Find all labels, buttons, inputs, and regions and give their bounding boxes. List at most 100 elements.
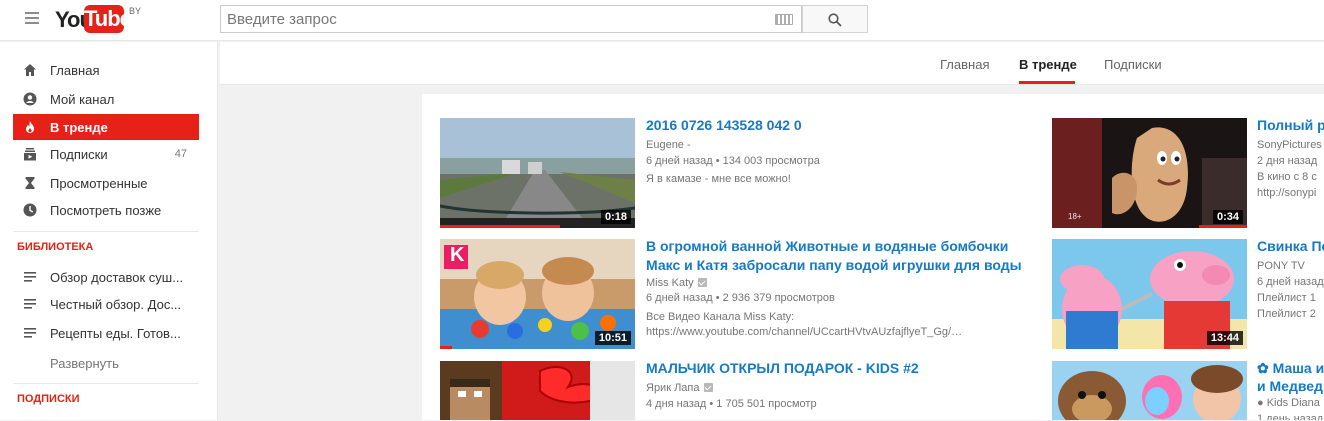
- channel-name-link[interactable]: Ярик Лапа: [646, 382, 700, 394]
- gift-thumbnail-image: [440, 361, 635, 420]
- video-thumbnail[interactable]: K 10:51: [440, 239, 635, 349]
- logo-tube-text: Tube: [84, 5, 132, 33]
- channel-row: Miss Katy: [646, 276, 707, 291]
- video-meta: 6 дней назад • 134 003 просмотра: [646, 155, 820, 167]
- video-age: 6 дней назад: [646, 155, 713, 167]
- search-input[interactable]: [221, 6, 761, 32]
- subscriptions-section-title[interactable]: ПОДПИСКИ: [17, 393, 80, 405]
- verified-icon: [697, 278, 707, 287]
- video-title-link[interactable]: Свинка Пе: [1257, 239, 1324, 255]
- tab-trending[interactable]: В тренде: [1019, 57, 1077, 72]
- video-title-link[interactable]: В огромной ванной Животные и водяные бом…: [646, 237, 1008, 255]
- library-section-title[interactable]: БИБЛИОТЕКА: [17, 241, 93, 253]
- tab-home[interactable]: Главная: [940, 57, 989, 72]
- video-thumbnail[interactable]: 0:18: [440, 118, 635, 228]
- channel-name-link[interactable]: Eugene -: [646, 138, 691, 153]
- video-card: 18+ 0:34 Полный ра SonyPictures 2 дня на…: [1052, 118, 1324, 228]
- video-description: http://sonypi: [1257, 187, 1317, 199]
- verified-icon: [703, 383, 713, 392]
- video-views: 134 003 просмотра: [722, 155, 820, 167]
- video-title-link[interactable]: ✿ Маша и: [1257, 361, 1324, 377]
- channel-watermark-letter: K: [450, 244, 465, 266]
- bullet-glyph: ●: [1257, 397, 1267, 409]
- video-card: ✿ Маша и и Медвед ● Kids Diana 1 день на…: [1052, 361, 1324, 420]
- masha-bear-thumbnail-image: [1052, 361, 1247, 420]
- age-rating-badge: 18+: [1068, 212, 1082, 221]
- search-button[interactable]: [802, 5, 868, 33]
- sidebar-item-playlist[interactable]: Обзор доставок суш...: [13, 264, 199, 290]
- channel-row: Ярик Лапа: [646, 381, 713, 396]
- tab-subscriptions[interactable]: Подписки: [1104, 57, 1162, 72]
- search-icon: [828, 13, 842, 27]
- video-duration: 0:34: [1212, 210, 1243, 224]
- account-icon: [23, 92, 37, 106]
- video-thumbnail[interactable]: 13:44: [1052, 239, 1247, 349]
- channel-name-link[interactable]: Kids Diana: [1267, 397, 1320, 409]
- video-title-link[interactable]: Полный ра: [1257, 118, 1324, 134]
- video-title-link[interactable]: и Медвед: [1257, 377, 1323, 395]
- video-meta: 6 дней назад: [1257, 276, 1324, 288]
- video-thumbnail[interactable]: 18+ 0:34: [1052, 118, 1247, 228]
- sidebar-item-label: В тренде: [50, 120, 108, 135]
- playlist-icon: [24, 272, 36, 282]
- sidebar-item-label: Посмотреть позже: [50, 203, 162, 218]
- video-description: Я в камазе - мне все можно!: [646, 173, 791, 185]
- subscriptions-icon: [24, 148, 36, 161]
- video-age: 6 дней назад: [646, 292, 713, 304]
- video-card: 13:44 Свинка Пе PONY TV 6 дней назад Пле…: [1052, 239, 1324, 349]
- channel-name-link[interactable]: PONY TV: [1257, 259, 1305, 274]
- video-thumbnail[interactable]: [440, 361, 635, 420]
- sidebar-item-label: Рецепты еды. Готов...: [50, 326, 181, 341]
- video-meta: 6 дней назад • 2 936 379 просмотров: [646, 292, 835, 304]
- playlist-icon: [24, 328, 36, 338]
- video-duration: 10:51: [594, 331, 631, 345]
- guide-menu-icon[interactable]: [25, 12, 39, 24]
- guide-sidebar: Главная Мой канал В тренде Подписки 47 П…: [0, 42, 218, 420]
- video-title-link[interactable]: МАЛЬЧИК ОТКРЫЛ ПОДАРОК - KIDS #2: [646, 359, 919, 377]
- sidebar-item-history[interactable]: Просмотренные: [13, 170, 199, 196]
- video-duration: 13:44: [1206, 331, 1243, 345]
- watch-progress-bar: [440, 225, 560, 228]
- expand-library-link[interactable]: Развернуть: [50, 356, 119, 371]
- video-description: https://www.youtube.com/channel/UCcartHV…: [646, 326, 963, 338]
- sidebar-item-playlist[interactable]: Рецепты еды. Готов...: [13, 320, 199, 346]
- video-meta: 2 дня назад: [1257, 155, 1318, 167]
- channel-name-link[interactable]: SonyPictures: [1257, 138, 1322, 153]
- sidebar-item-my-channel[interactable]: Мой канал: [13, 86, 199, 112]
- trending-feed: 0:18 2016 0726 143528 042 0 Eugene - 6 д…: [422, 94, 1324, 420]
- region-code: BY: [129, 6, 142, 16]
- sidebar-item-label: Обзор доставок суш...: [50, 270, 184, 285]
- playlist-icon: [24, 299, 36, 309]
- video-thumbnail[interactable]: [1052, 361, 1247, 420]
- video-description: Плейлист 2: [1257, 308, 1316, 320]
- video-age: 4 дня назад: [646, 398, 707, 410]
- masthead: You Tube BY: [0, 0, 1324, 41]
- sidebar-divider: [13, 231, 199, 232]
- keyboard-icon[interactable]: [775, 14, 793, 25]
- home-icon: [24, 64, 36, 76]
- video-description: Плейлист 1: [1257, 292, 1316, 304]
- channel-row: ● Kids Diana: [1257, 396, 1320, 411]
- sidebar-item-subscriptions[interactable]: Подписки 47: [13, 141, 199, 167]
- video-card: МАЛЬЧИК ОТКРЫЛ ПОДАРОК - KIDS #2 Ярик Ла…: [440, 359, 1030, 421]
- video-views: 1 705 501 просмотр: [716, 398, 817, 410]
- search-box: [220, 5, 802, 33]
- sidebar-item-watch-later[interactable]: Посмотреть позже: [13, 197, 199, 223]
- video-title-link[interactable]: Макс и Катя забросали папу водой игрушки…: [646, 256, 1022, 274]
- video-title-link[interactable]: 2016 0726 143528 042 0: [646, 116, 802, 134]
- subscriptions-count-badge: 47: [174, 148, 187, 160]
- video-meta: 4 дня назад • 1 705 501 просмотр: [646, 398, 817, 410]
- sidebar-item-home[interactable]: Главная: [13, 57, 199, 83]
- video-views: 2 936 379 просмотров: [722, 292, 835, 304]
- video-description: В кино с 8 с: [1257, 171, 1317, 183]
- video-meta: 1 день назад: [1257, 413, 1324, 420]
- video-card: K 10:51 В огромной ванной Животные и вод…: [440, 237, 1040, 349]
- sidebar-item-label: Подписки: [50, 147, 108, 162]
- video-card: 0:18 2016 0726 143528 042 0 Eugene - 6 д…: [440, 116, 1030, 228]
- sidebar-item-trending[interactable]: В тренде: [13, 114, 199, 140]
- clock-icon: [23, 203, 37, 217]
- video-description: Все Видео Канала Miss Katy:: [646, 311, 795, 323]
- hourglass-icon: [25, 177, 35, 189]
- channel-name-link[interactable]: Miss Katy: [646, 277, 694, 289]
- sidebar-item-playlist[interactable]: Честный обзор. Дос...: [13, 291, 199, 317]
